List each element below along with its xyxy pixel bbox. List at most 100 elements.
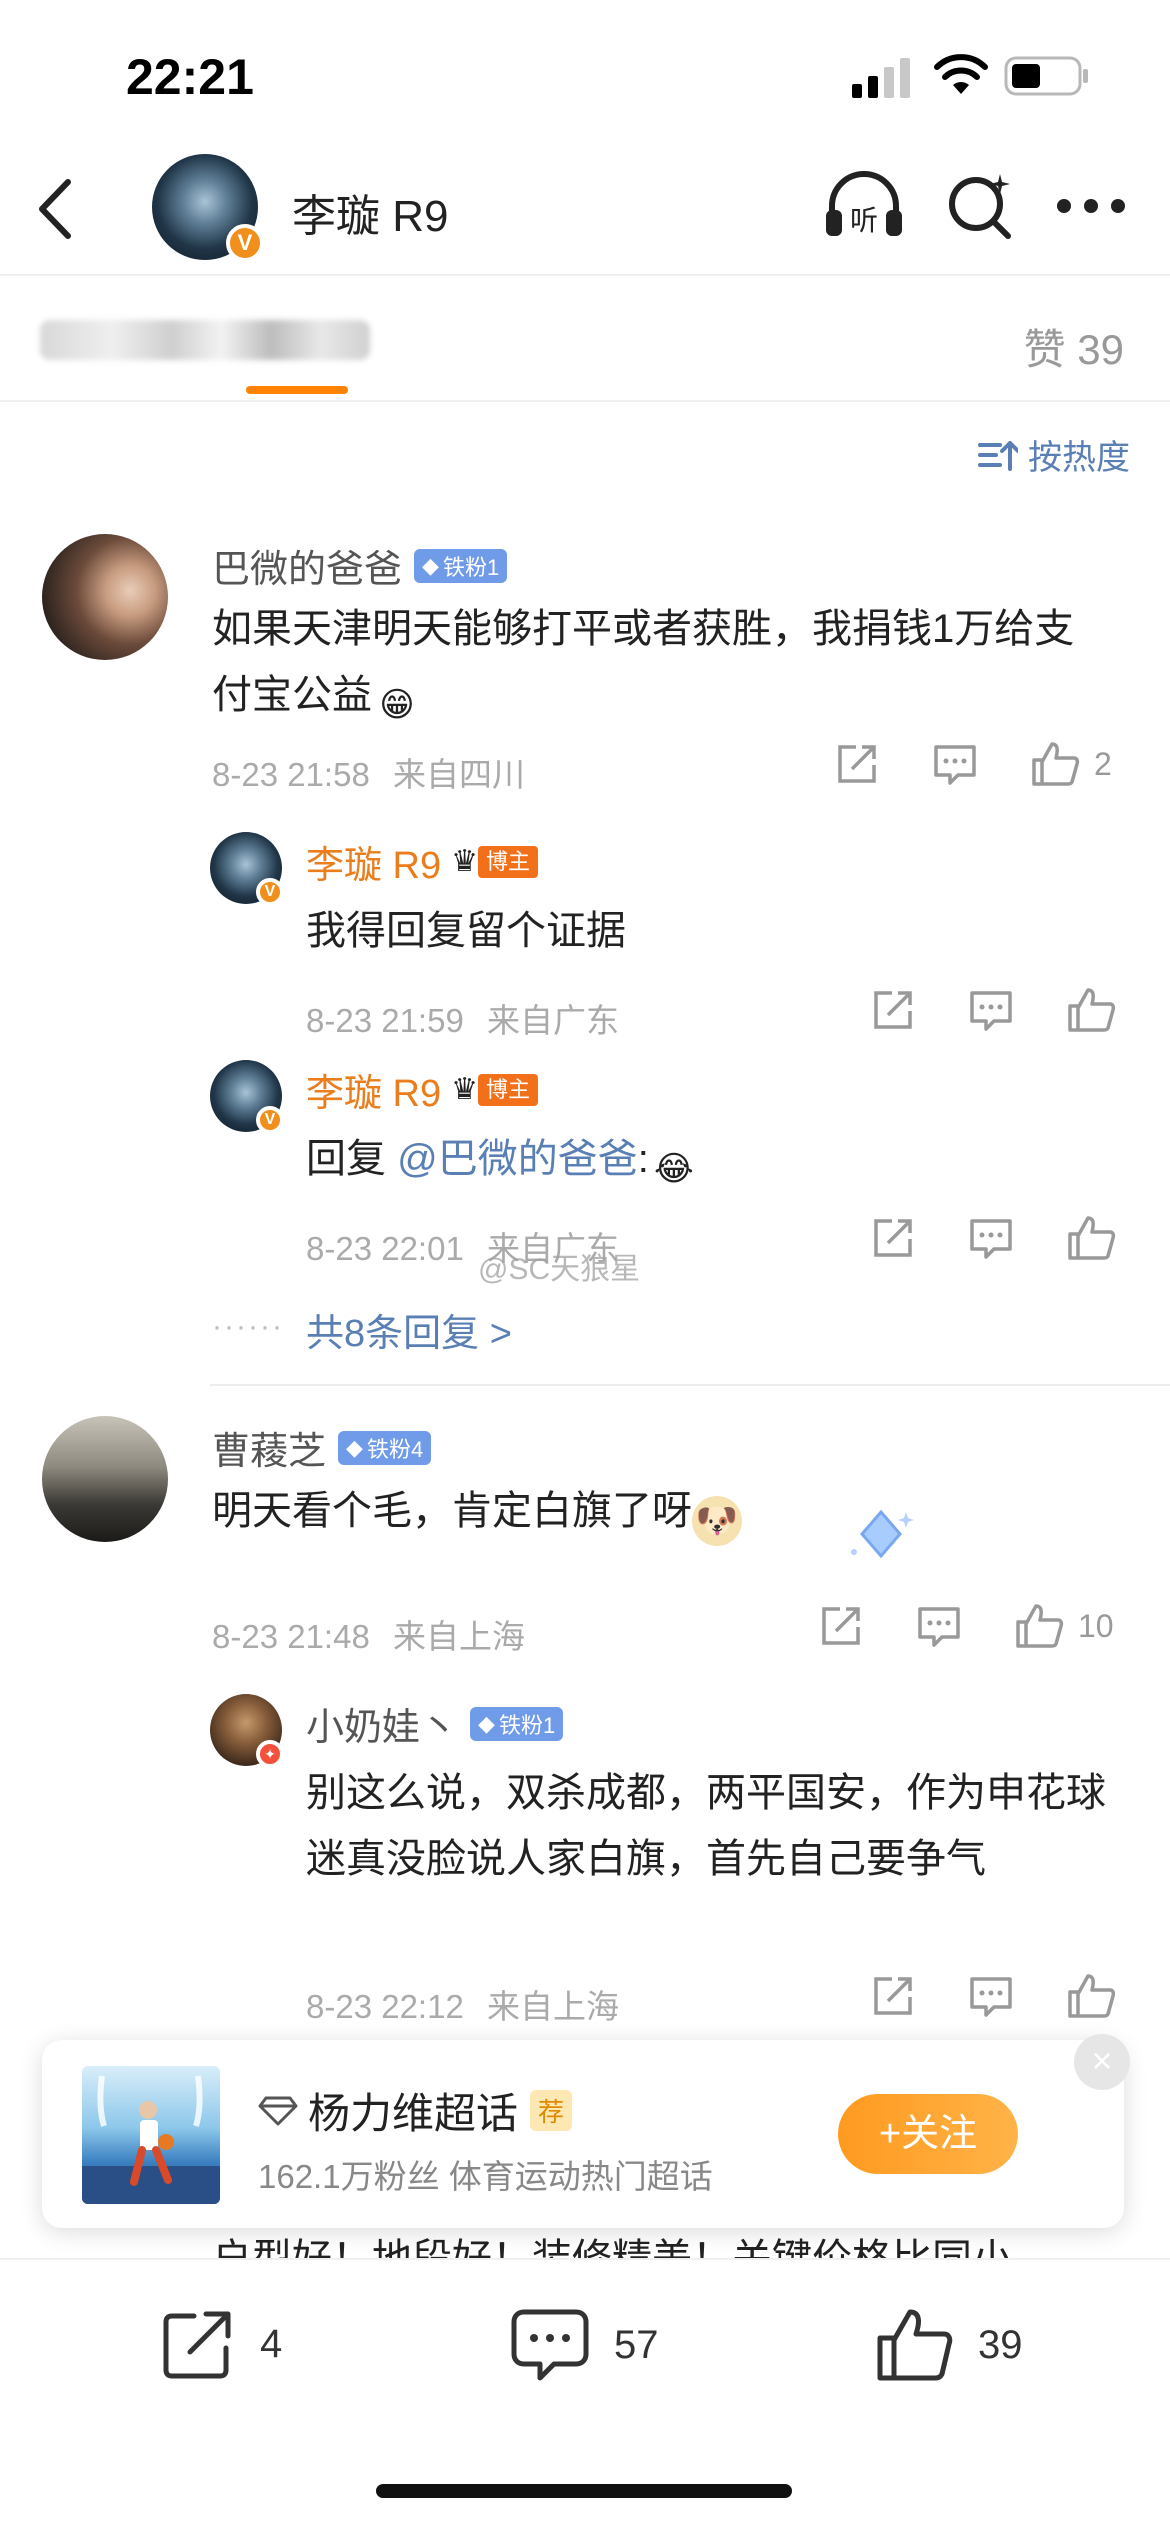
fan-level-text: 铁粉1 (498, 1712, 556, 1738)
comment-icon[interactable] (968, 987, 1014, 1033)
like-button[interactable]: 2 (1030, 740, 1112, 788)
comment-icon[interactable] (932, 741, 978, 787)
comment-location: 来自四川 (392, 756, 525, 793)
close-icon[interactable]: × (1074, 2034, 1130, 2090)
comment-location: 来自上海 (392, 1618, 525, 1655)
reply-author-text: 李璇 R9 (306, 845, 442, 887)
tab-likes[interactable]: 赞 39 (1024, 316, 1124, 377)
follow-button[interactable]: +关注 (838, 2094, 1018, 2174)
comment-meta: 8-23 21:48 来自上海 (212, 1610, 525, 1658)
like-post-button[interactable]: 39 (874, 2306, 1023, 2384)
reply-time: 8-23 21:59 (306, 1002, 464, 1039)
comment-icon[interactable] (916, 1603, 962, 1649)
thumbs-up-icon[interactable] (1066, 1972, 1116, 2020)
tab-comments-blurred[interactable] (40, 320, 370, 360)
commenter-name[interactable]: 曹薐芝 ◆ 铁粉4 (212, 1420, 432, 1475)
search-icon[interactable] (944, 170, 1016, 242)
reply-author-text: 李璇 R9 (306, 1073, 442, 1115)
divider (210, 1384, 1170, 1386)
sort-label: 按热度 (1028, 439, 1130, 477)
supertopic-image (82, 2066, 220, 2204)
commenter-avatar[interactable] (42, 534, 168, 660)
page-title: 李璇 R9 (292, 192, 449, 241)
verified-badge-icon: V (256, 878, 284, 906)
reply-suffix: : (637, 1137, 649, 1181)
verified-badge-icon: V (256, 1106, 284, 1134)
reply-text: 别这么说，双杀成都，两平国安，作为申花球迷真没脸说人家白旗，首先自己要争气 (306, 1771, 1106, 1881)
sort-icon (978, 440, 1018, 471)
home-indicator (376, 2484, 792, 2498)
thumbs-up-icon[interactable] (1066, 1214, 1116, 1262)
svg-text:听: 听 (850, 204, 878, 237)
comment-actions: 10 (818, 1602, 1114, 1650)
reply-author-name[interactable]: 小奶娃丶 ◆ 铁粉1 (306, 1696, 564, 1751)
battery-icon (1004, 56, 1088, 96)
repost-count: 4 (260, 2321, 283, 2366)
reply-text: 回复 @巴微的爸爸: 😂 (306, 1126, 699, 1194)
reply-actions (870, 1214, 1116, 1262)
host-label: 博主 (478, 845, 539, 878)
commenter-name-text: 曹薐芝 (212, 1431, 327, 1473)
supertopic-banner[interactable]: 杨力维超话 荐 162.1万粉丝 体育运动热门超话 +关注 × (42, 2034, 1130, 2228)
reply-location: 来自广东 (486, 1002, 619, 1039)
like-total: 39 (978, 2322, 1023, 2367)
thumbs-up-icon[interactable] (1066, 986, 1116, 1034)
recommend-tag: 荐 (530, 2090, 573, 2131)
comment-icon[interactable] (968, 1215, 1014, 1261)
mention-link[interactable]: @巴微的爸爸 (397, 1137, 638, 1181)
comment-text: 如果天津明天能够打平或者获胜，我捐钱1万给支付宝公益 😁 (212, 596, 1112, 730)
commenter-avatar[interactable] (42, 1416, 168, 1542)
reply-prefix: 回复 (306, 1137, 386, 1181)
fan-level-badge: ◆ 铁粉4 (338, 1430, 432, 1465)
fan-level-text: 铁粉4 (366, 1436, 424, 1462)
share-icon[interactable] (870, 987, 916, 1033)
commenter-name-text: 巴微的爸爸 (212, 549, 403, 591)
reply-author-name[interactable]: 李璇 R9 ♛ 博主 (306, 834, 539, 889)
like-button[interactable]: 10 (1014, 1602, 1114, 1650)
fan-level-badge: ◆ 铁粉1 (414, 548, 508, 583)
sort-by-hot-button[interactable]: 按热度 (978, 430, 1130, 479)
vip-badge-icon: ✦ (256, 1740, 284, 1768)
sparkle-diamond-icon (851, 1509, 914, 1559)
share-icon[interactable] (870, 1215, 916, 1261)
status-bar: 22:21 (0, 0, 1170, 140)
comment-text: 明天看个毛，肯定白旗了呀 🐶 (212, 1478, 1112, 1546)
verified-badge-icon: V (226, 224, 264, 262)
listen-headphone-icon[interactable]: 听 (822, 164, 906, 248)
share-icon[interactable] (870, 1973, 916, 2019)
wifi-icon (934, 54, 988, 94)
diamond-icon: ◆ (422, 552, 439, 578)
host-label: 博主 (478, 1073, 539, 1106)
comment-bubble-icon (511, 2309, 589, 2381)
active-tab-indicator (246, 386, 348, 394)
repost-button[interactable]: 4 (160, 2306, 282, 2382)
diamond-outline-icon (258, 2096, 298, 2125)
reply-author-text: 小奶娃丶 (306, 1707, 459, 1749)
commenter-name[interactable]: 巴微的爸爸 ◆ 铁粉1 (212, 538, 508, 593)
reply-author-name[interactable]: 李璇 R9 ♛ 博主 (306, 1062, 539, 1117)
comment-actions: 2 (834, 740, 1112, 788)
thumbs-up-icon (1016, 1604, 1064, 1648)
comment-time: 8-23 21:58 (212, 756, 370, 793)
comment-count: 57 (614, 2322, 659, 2367)
watermark: @SC天狼星 (478, 1253, 641, 1286)
diamond-icon: ◆ (346, 1434, 363, 1460)
reply-actions (870, 986, 1116, 1034)
comment-button[interactable]: 57 (510, 2306, 659, 2384)
laugh-cry-emoji-icon: 😂 (653, 1150, 694, 1188)
doge-emoji-icon: 🐶 (692, 1496, 742, 1546)
comment-body: 如果天津明天能够打平或者获胜，我捐钱1万给支付宝公益 (212, 607, 1075, 717)
share-icon[interactable] (818, 1603, 864, 1649)
fan-level-badge: ◆ 铁粉1 (470, 1706, 564, 1741)
reply-text: 我得回复留个证据 (306, 909, 626, 953)
comment-icon[interactable] (968, 1973, 1014, 2019)
more-replies-link[interactable]: 共8条回复 > (306, 1302, 512, 1357)
back-icon[interactable] (30, 174, 80, 244)
comment-body: 明天看个毛，肯定白旗了呀 (212, 1489, 692, 1533)
supertopic-name: 杨力维超话 (308, 2090, 519, 2137)
crown-icon: ♛ (451, 1073, 479, 1106)
share-icon[interactable] (834, 741, 880, 787)
status-time: 22:21 (126, 49, 254, 105)
reply-time: 8-23 22:12 (306, 1988, 464, 2025)
more-options-icon[interactable] (1056, 198, 1126, 214)
